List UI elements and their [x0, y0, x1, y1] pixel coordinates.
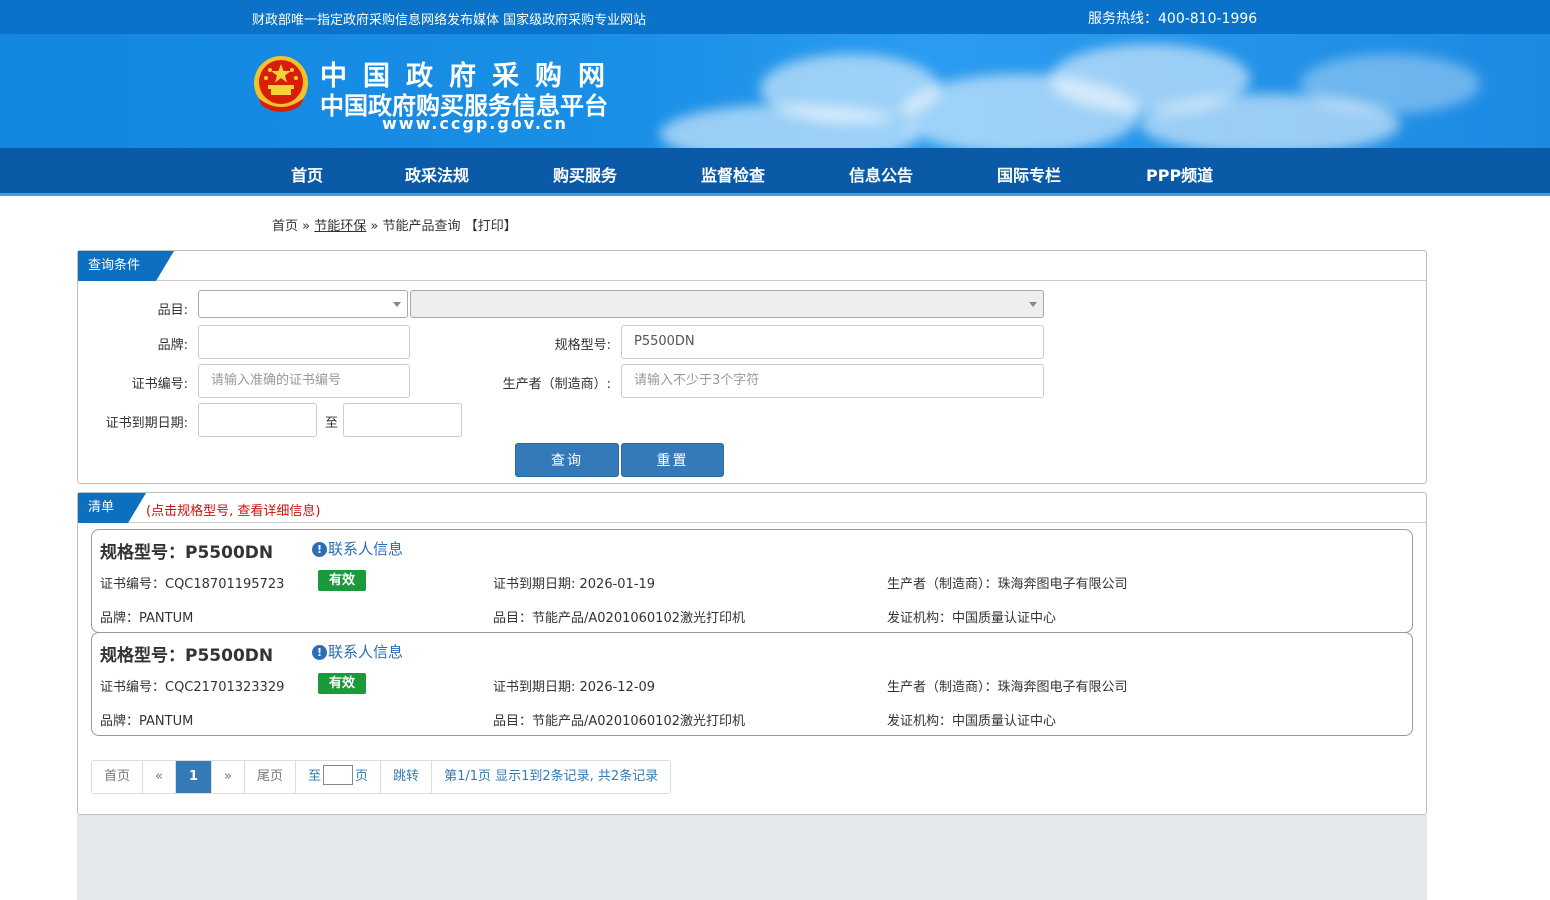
brand-input[interactable] — [198, 325, 410, 359]
issuer: 发证机构：中国质量认证中心 — [887, 714, 1057, 729]
result-list-tab: 清单 — [78, 493, 146, 523]
category-select-primary[interactable] — [198, 290, 408, 318]
nav-item-international[interactable]: 国际专栏 — [997, 162, 1061, 186]
expire-date: 证书到期日期: 2026-01-19 — [493, 577, 656, 592]
expire-date-to-input[interactable] — [343, 403, 462, 437]
result-list-panel: 清单 (点击规格型号, 查看详细信息) 规格型号：P5500DN ! 联系人信息 … — [77, 492, 1427, 815]
manufacturer: 生产者（制造商）：珠海奔图电子有限公司 — [887, 680, 1128, 695]
cert-number-input[interactable]: 请输入准确的证书编号 — [198, 364, 410, 398]
brand: 品牌：PANTUM — [100, 714, 194, 729]
site-slogan: 财政部唯一指定政府采购信息网络发布媒体 国家级政府采购专业网站 — [252, 13, 647, 28]
pager-jump-button[interactable]: 跳转 — [381, 761, 433, 793]
service-hotline: 服务热线：400-810-1996 — [1088, 11, 1258, 27]
maker-input[interactable]: 请输入不少于3个字符 — [621, 364, 1044, 398]
status-badge: 有效 — [318, 673, 366, 694]
breadcrumb-current: 节能产品查询 — [382, 219, 461, 234]
brand-label: 品牌: — [157, 338, 188, 353]
cert-number: 证书编号：CQC18701195723 — [100, 577, 285, 592]
national-emblem-icon — [254, 56, 308, 112]
issuer: 发证机构：中国质量认证中心 — [887, 611, 1057, 626]
expire-date-from-input[interactable] — [198, 403, 317, 437]
pager-last[interactable]: 尾页 — [245, 761, 297, 793]
model-link[interactable]: 规格型号：P5500DN — [100, 641, 273, 666]
model-link[interactable]: 规格型号：P5500DN — [100, 538, 273, 563]
breadcrumb-section[interactable]: 节能环保 — [314, 219, 366, 234]
query-panel-header: 查询条件 — [78, 251, 1426, 281]
expire-date-label: 证书到期日期: — [105, 416, 188, 431]
category: 品目：节能产品/A0201060102激光打印机 — [493, 714, 745, 729]
query-panel-tab: 查询条件 — [78, 251, 174, 281]
nav-item-purchase-service[interactable]: 购买服务 — [553, 162, 617, 186]
pager-next[interactable]: » — [212, 761, 245, 793]
nav-item-regulations[interactable]: 政采法规 — [405, 162, 469, 186]
result-list-hint: (点击规格型号, 查看详细信息) — [146, 504, 321, 519]
brand: 品牌：PANTUM — [100, 611, 194, 626]
info-icon: ! — [312, 645, 327, 660]
top-bar: 财政部唯一指定政府采购信息网络发布媒体 国家级政府采购专业网站 服务热线：400… — [0, 0, 1550, 34]
cert-number: 证书编号：CQC21701323329 — [100, 680, 285, 695]
pager-first[interactable]: 首页 — [92, 761, 144, 793]
breadcrumb: 首页 » 节能环保 » 节能产品查询 【打印】 — [272, 215, 517, 234]
maker-label: 生产者（制造商）: — [502, 377, 611, 392]
cert-number-label: 证书编号: — [131, 377, 188, 392]
logo-url: www.ccgp.gov.cn — [382, 114, 568, 133]
site-banner: 中国政府采购网 中国政府购买服务信息平台 www.ccgp.gov.cn — [0, 34, 1550, 148]
date-range-separator: 至 — [324, 416, 338, 431]
reset-button[interactable]: 重置 — [621, 443, 724, 477]
page-footer-area — [77, 815, 1427, 900]
category-select-secondary[interactable] — [410, 290, 1044, 318]
manufacturer: 生产者（制造商）：珠海奔图电子有限公司 — [887, 577, 1128, 592]
main-nav: 首页 政采法规 购买服务 监督检查 信息公告 国际专栏 PPP频道 — [0, 148, 1550, 196]
model-label: 规格型号: — [554, 338, 611, 353]
query-panel: 查询条件 品目: 品牌: 规格型号: P5500DN 证书编号: 请输入准确的证… — [77, 250, 1427, 484]
list-item: 规格型号：P5500DN ! 联系人信息 证书编号：CQC18701195723 … — [91, 529, 1413, 633]
pager-current-page[interactable]: 1 — [175, 761, 213, 793]
result-list-header: 清单 (点击规格型号, 查看详细信息) — [78, 493, 1426, 523]
nav-item-home[interactable]: 首页 — [291, 162, 323, 186]
list-item: 规格型号：P5500DN ! 联系人信息 证书编号：CQC21701323329 … — [91, 632, 1413, 736]
pager-prev[interactable]: « — [143, 761, 176, 793]
breadcrumb-home[interactable]: 首页 — [272, 219, 298, 234]
chevron-down-icon — [1029, 302, 1037, 307]
breadcrumb-separator: » — [302, 219, 311, 234]
expire-date: 证书到期日期: 2026-12-09 — [493, 680, 656, 695]
nav-item-announcements[interactable]: 信息公告 — [849, 162, 913, 186]
info-icon: ! — [312, 542, 327, 557]
contact-info-link[interactable]: ! 联系人信息 — [312, 641, 403, 662]
pagination: 首页 « 1 » 尾页 至页 跳转 第1/1页 显示1到2条记录, 共2条记录 — [91, 760, 672, 794]
pager-goto: 至页 — [296, 761, 382, 793]
status-badge: 有效 — [318, 570, 366, 591]
print-link[interactable]: 【打印】 — [465, 219, 517, 234]
breadcrumb-separator: » — [370, 219, 379, 234]
contact-info-link[interactable]: ! 联系人信息 — [312, 538, 403, 559]
category-label: 品目: — [157, 303, 188, 318]
model-input[interactable]: P5500DN — [621, 325, 1044, 359]
nav-item-supervision[interactable]: 监督检查 — [701, 162, 765, 186]
chevron-down-icon — [393, 302, 401, 307]
search-button[interactable]: 查询 — [515, 443, 619, 477]
pager-summary: 第1/1页 显示1到2条记录, 共2条记录 — [444, 769, 659, 784]
category: 品目：节能产品/A0201060102激光打印机 — [493, 611, 745, 626]
nav-item-ppp[interactable]: PPP频道 — [1146, 162, 1213, 186]
goto-page-input[interactable] — [323, 765, 354, 785]
